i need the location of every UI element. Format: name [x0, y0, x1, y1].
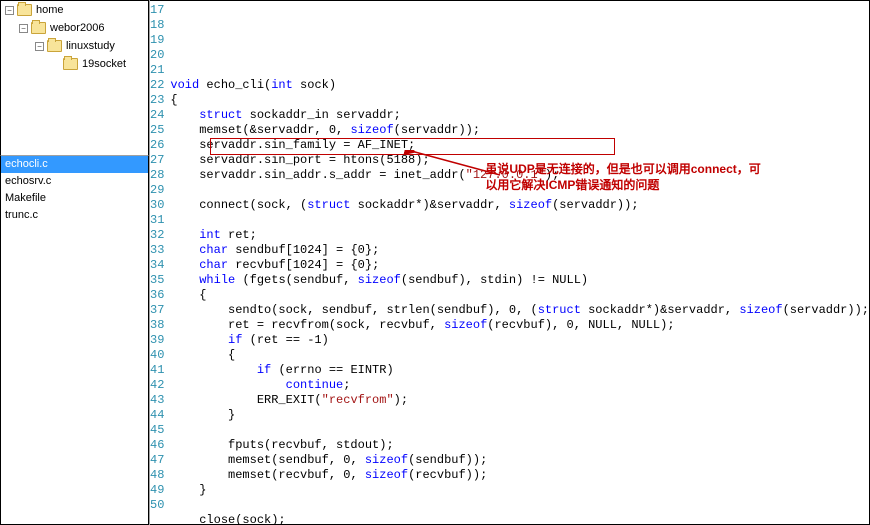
folder-icon — [17, 4, 32, 16]
tree-item-label: linuxstudy — [66, 40, 115, 52]
line-number: 42 — [150, 378, 164, 393]
editor-area: 1718192021222324252627282930313233343536… — [150, 0, 870, 525]
file-row[interactable]: echocli.c — [1, 156, 148, 173]
line-number: 20 — [150, 48, 164, 63]
code-line[interactable]: void echo_cli(int sock) — [170, 78, 869, 93]
folder-icon — [47, 40, 62, 52]
tree-toggle-icon[interactable]: − — [5, 6, 14, 15]
tree-toggle-icon[interactable]: − — [19, 24, 28, 33]
folder-icon — [63, 58, 78, 70]
tree-item[interactable]: 19socket — [1, 55, 148, 73]
line-number: 50 — [150, 498, 164, 513]
code-line[interactable]: } — [170, 408, 869, 423]
code-line[interactable]: struct sockaddr_in servaddr; — [170, 108, 869, 123]
code-line[interactable]: close(sock); — [170, 513, 869, 525]
line-number: 43 — [150, 393, 164, 408]
code-line[interactable]: fputs(recvbuf, stdout); — [170, 438, 869, 453]
folder-tree[interactable]: −home−webor2006−linuxstudy19socket — [0, 0, 149, 156]
tree-item-label: home — [36, 4, 64, 16]
code-line[interactable]: ERR_EXIT("recvfrom"); — [170, 393, 869, 408]
line-number: 32 — [150, 228, 164, 243]
code-line[interactable]: char sendbuf[1024] = {0}; — [170, 243, 869, 258]
line-number: 19 — [150, 33, 164, 48]
line-number: 17 — [150, 3, 164, 18]
line-number: 49 — [150, 483, 164, 498]
tree-item[interactable]: − home — [1, 1, 148, 19]
code-line[interactable]: sendto(sock, sendbuf, strlen(sendbuf), 0… — [170, 303, 869, 318]
line-number: 48 — [150, 468, 164, 483]
code-line[interactable]: servaddr.sin_family = AF_INET; — [170, 138, 869, 153]
folder-icon — [31, 22, 46, 34]
code-line[interactable] — [170, 213, 869, 228]
line-number: 38 — [150, 318, 164, 333]
line-number: 23 — [150, 93, 164, 108]
line-number: 29 — [150, 183, 164, 198]
code-line[interactable]: continue; — [170, 378, 869, 393]
code-line[interactable]: memset(recvbuf, 0, sizeof(recvbuf)); — [170, 468, 869, 483]
line-number: 44 — [150, 408, 164, 423]
code-line[interactable]: memset(sendbuf, 0, sizeof(sendbuf)); — [170, 453, 869, 468]
code-line[interactable] — [170, 423, 869, 438]
code-line[interactable]: { — [170, 348, 869, 363]
code-line[interactable]: connect(sock, (struct sockaddr*)&servadd… — [170, 198, 869, 213]
line-number: 28 — [150, 168, 164, 183]
tree-item[interactable]: − linuxstudy — [1, 37, 148, 55]
line-number-gutter: 1718192021222324252627282930313233343536… — [150, 1, 170, 524]
line-number: 26 — [150, 138, 164, 153]
tree-item[interactable]: − webor2006 — [1, 19, 148, 37]
code-line[interactable]: while (fgets(sendbuf, sizeof(sendbuf), s… — [170, 273, 869, 288]
side-panel: −home−webor2006−linuxstudy19socket echoc… — [0, 0, 150, 525]
file-list[interactable]: echocli.cechosrv.cMakefiletrunc.c — [0, 156, 149, 525]
code-line[interactable]: { — [170, 288, 869, 303]
annotation-text: 虽说UDP是无连接的，但是也可以调用connect，可 以用它解决ICMP错误通… — [485, 161, 760, 193]
ide-window: −home−webor2006−linuxstudy19socket echoc… — [0, 0, 870, 525]
line-number: 46 — [150, 438, 164, 453]
line-number: 30 — [150, 198, 164, 213]
line-number: 25 — [150, 123, 164, 138]
line-number: 39 — [150, 333, 164, 348]
line-number: 18 — [150, 18, 164, 33]
file-row[interactable]: echosrv.c — [1, 173, 148, 190]
code-line[interactable] — [170, 498, 869, 513]
line-number: 22 — [150, 78, 164, 93]
code-line[interactable]: int ret; — [170, 228, 869, 243]
annotation-line2: 以用它解决ICMP错误通知的问题 — [485, 177, 760, 193]
line-number: 40 — [150, 348, 164, 363]
line-number: 41 — [150, 363, 164, 378]
code-line[interactable]: } — [170, 483, 869, 498]
line-number: 35 — [150, 273, 164, 288]
code-line[interactable]: ret = recvfrom(sock, recvbuf, sizeof(rec… — [170, 318, 869, 333]
line-number: 36 — [150, 288, 164, 303]
file-row[interactable]: Makefile — [1, 190, 148, 207]
line-number: 47 — [150, 453, 164, 468]
annotation-line1: 虽说UDP是无连接的，但是也可以调用connect，可 — [485, 161, 760, 177]
line-number: 33 — [150, 243, 164, 258]
tree-item-label: webor2006 — [50, 22, 104, 34]
code-line[interactable]: char recvbuf[1024] = {0}; — [170, 258, 869, 273]
line-number: 31 — [150, 213, 164, 228]
line-number: 45 — [150, 423, 164, 438]
line-number: 27 — [150, 153, 164, 168]
file-row[interactable]: trunc.c — [1, 207, 148, 224]
code-line[interactable]: { — [170, 93, 869, 108]
tree-item-label: 19socket — [82, 58, 126, 70]
line-number: 34 — [150, 258, 164, 273]
tree-toggle-icon[interactable]: − — [35, 42, 44, 51]
code-line[interactable]: memset(&servaddr, 0, sizeof(servaddr)); — [170, 123, 869, 138]
code-line[interactable]: if (ret == -1) — [170, 333, 869, 348]
code-view[interactable]: 虽说UDP是无连接的，但是也可以调用connect，可 以用它解决ICMP错误通… — [170, 1, 869, 524]
line-number: 37 — [150, 303, 164, 318]
line-number: 24 — [150, 108, 164, 123]
code-line[interactable]: if (errno == EINTR) — [170, 363, 869, 378]
line-number: 21 — [150, 63, 164, 78]
